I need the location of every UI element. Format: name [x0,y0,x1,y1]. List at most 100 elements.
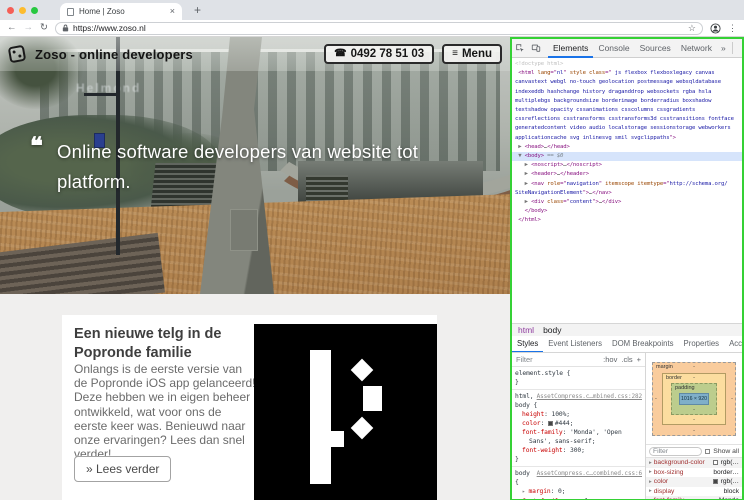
page-body: Een nieuwe telg in de Popronde familie O… [0,294,510,500]
dom-tree-line[interactable]: ▶ <noscript>…</noscript> [512,161,742,170]
more-tabs-icon[interactable]: » [717,43,730,53]
site-header: Zoso - online developers ☎ 0492 78 51 03… [0,37,510,71]
sidebar-tab-properties[interactable]: Properties [679,336,725,353]
new-style-rule-button[interactable]: + [637,355,641,364]
profile-avatar-icon[interactable] [710,23,721,34]
dom-tree-line[interactable]: </body> [512,207,742,216]
close-window-button[interactable] [7,7,14,14]
dom-tree-line[interactable]: <html lang="nl" style class=" js flexbox… [512,69,742,78]
stylesheet-link[interactable]: AssetCompress.c…combined.css:6 [537,469,642,478]
browser-menu-icon[interactable]: ⋮ [728,23,737,34]
sidebar-tab-accessibility[interactable]: Accessibility [724,336,742,353]
breadcrumb-body[interactable]: body [543,325,561,335]
sidebar-tab-dom-breakpoints[interactable]: DOM Breakpoints [607,336,679,353]
css-declaration[interactable]: ▸ margin: 0; [515,487,642,497]
dom-tree-line[interactable]: ▶ <header>…</header> [512,170,742,179]
styles-filter-input[interactable]: Filter [516,355,533,364]
devtools-toolbar: Elements Console Sources Network » ⋮ × [512,39,742,58]
dom-tree-line[interactable]: ▶ <div class="content">…</div> [512,198,742,207]
dom-tree-line[interactable]: <!doctype html> [512,60,742,69]
css-declaration[interactable]: height: 100%; [515,410,642,419]
maximize-window-button[interactable] [31,7,38,14]
css-declaration[interactable]: color: #444; [515,419,642,428]
dom-tree-line[interactable]: ▶ <head>…</head> [512,143,742,152]
site-title: Zoso - online developers [35,47,193,62]
tab-console[interactable]: Console [593,39,634,58]
breadcrumb-html[interactable]: html [518,325,534,335]
css-declaration[interactable]: font-family: -apple-system,BlinkMacSyste… [515,497,642,499]
article-image [254,324,437,500]
lamp-post-arm [84,93,118,96]
sidebar-tab-event-listeners[interactable]: Event Listeners [543,336,607,353]
new-tab-button[interactable]: + [194,3,201,17]
inspect-element-icon[interactable] [515,43,525,53]
css-rule[interactable]: AssetCompress.c…mbined.css:282html,body … [512,390,645,467]
read-more-button[interactable]: » Lees verder [74,456,171,482]
browser-tab[interactable]: Home | Zoso × [60,3,182,20]
computed-pane: margin -- -- border -- padding - 1016 × … [646,353,742,499]
url-text: https://www.zoso.nl [73,23,146,33]
css-rule[interactable]: AssetCompress.c…combined.css:6body {▸ ma… [512,467,645,499]
dom-tree-line[interactable]: canvastext webgl no-touch geolocation po… [512,78,742,87]
box-model-diagram: margin -- -- border -- padding - 1016 × … [646,353,742,445]
hov-button[interactable]: :hov [603,355,617,364]
phone-button[interactable]: ☎ 0492 78 51 03 [324,44,434,64]
dom-tree-line[interactable]: textshadow opacity cssanimations csscolu… [512,106,742,115]
page-viewport: Helmond Zoso - online developers [0,37,510,500]
article-body: Onlangs is de eerste versie van de Popro… [74,362,256,461]
hamburger-icon: ≡ [452,49,458,59]
dom-tree: <!doctype html> <html lang="nl" style cl… [512,58,742,323]
phone-icon: ☎ [334,49,346,59]
css-declaration[interactable]: font-weight: 300; [515,446,642,455]
computed-property-row[interactable]: ▸colorrgb(… [646,477,742,487]
dom-tree-line[interactable]: cssreflections csstransforms csstransfor… [512,115,742,124]
hero-photo: Helmond Zoso - online developers [0,37,510,294]
dom-tree-line[interactable]: ▶ <nav role="navigation" itemscope itemt… [512,180,742,189]
show-all-checkbox[interactable] [705,449,710,454]
minimize-window-button[interactable] [19,7,26,14]
article-heading: Een nieuwe telg in de Popronde familie [74,325,259,363]
styles-sidebar-tabs: StylesEvent ListenersDOM BreakpointsProp… [512,336,742,353]
tab-favicon-icon [67,8,74,16]
tab-title: Home | Zoso [79,7,170,16]
cls-button[interactable]: .cls [621,355,632,364]
tab-sources[interactable]: Sources [635,39,676,58]
computed-property-row[interactable]: ▸displayblock [646,487,742,497]
dom-tree-line[interactable]: </html> [512,216,742,225]
computed-property-row[interactable]: ▸background-colorrgb(… [646,458,742,468]
css-declaration[interactable]: font-family: 'Monda', 'Open Sans', sans-… [515,428,642,446]
popronde-logo-diamond [351,417,374,440]
bookmark-star-icon[interactable]: ☆ [688,23,696,34]
dom-tree-line[interactable]: indexeddb hashchange history draganddrop… [512,88,742,97]
device-toolbar-icon[interactable] [531,43,541,53]
devtools-menu-icon[interactable]: ⋮ [735,43,744,54]
stylesheet-link[interactable]: AssetCompress.c…mbined.css:282 [537,392,642,401]
tab-network[interactable]: Network [676,39,717,58]
hero-quote-line2: platform. [57,167,418,197]
browser-window: Home | Zoso × + ← → ↻ https://www.zoso.n… [0,0,744,500]
url-field[interactable]: https://www.zoso.nl ☆ [55,22,703,35]
dom-tree-line[interactable]: ▼ <body> == $0 [512,152,742,161]
devtools-panel: Elements Console Sources Network » ⋮ × <… [510,37,744,500]
lock-icon [62,24,69,32]
zoso-logo-icon[interactable] [8,45,27,64]
sidebar-tab-styles[interactable]: Styles [512,336,543,353]
color-swatch-icon[interactable] [548,421,553,426]
dom-tree-line[interactable]: generatedcontent video audio localstorag… [512,124,742,133]
dom-tree-line[interactable]: applicationcache svg inlinesvg smil svgc… [512,134,742,143]
menu-button[interactable]: ≡ Menu [442,44,502,64]
tab-close-icon[interactable]: × [170,7,175,16]
tab-strip: Home | Zoso × + [0,0,744,20]
css-rule[interactable]: element.style {} [512,367,645,390]
back-icon[interactable]: ← [7,23,17,33]
forward-icon[interactable]: → [24,23,34,33]
computed-filter-input[interactable]: Filter [649,447,702,456]
dom-tree-line[interactable]: SiteNavigationElement">…</nav> [512,189,742,198]
quote-icon: ❝ [30,135,43,159]
computed-property-row[interactable]: ▸font-familyMonda [646,496,742,499]
color-swatch-icon [713,460,718,465]
reload-icon[interactable]: ↻ [40,23,48,33]
computed-property-row[interactable]: ▸box-sizingborder… [646,468,742,478]
dom-tree-line[interactable]: multiplebgs backgroundsize borderimage b… [512,97,742,106]
tab-elements[interactable]: Elements [548,39,593,58]
